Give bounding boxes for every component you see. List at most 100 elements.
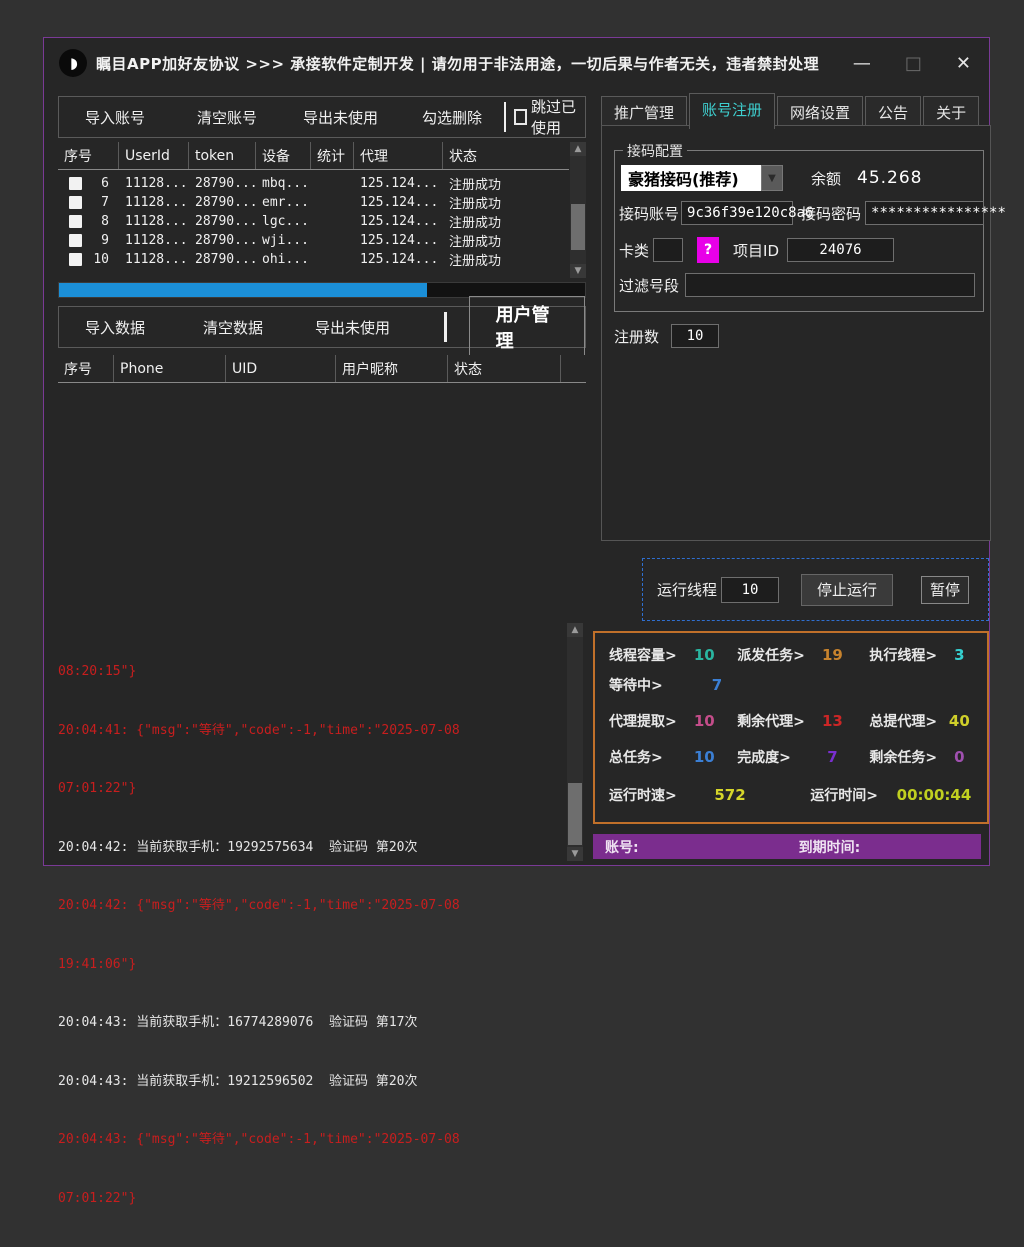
thread-count-input[interactable]: 10 bbox=[721, 577, 779, 603]
stat-value: 19 bbox=[810, 646, 856, 664]
stat-value: 0 bbox=[942, 748, 977, 766]
sms-password-label: 接码密码 bbox=[801, 203, 861, 224]
account-toolbar: 导入账号 清空账号 导出未使用 勾选删除 跳过已使用 bbox=[58, 96, 586, 138]
toolbar-divider bbox=[444, 312, 447, 342]
table-row[interactable]: 9 11128... 28790... wji... 125.124... 注册… bbox=[58, 231, 569, 250]
close-button[interactable]: ✕ bbox=[956, 53, 971, 74]
import-data-button[interactable]: 导入数据 bbox=[71, 307, 159, 347]
export-unused-data-button[interactable]: 导出未使用 bbox=[301, 307, 404, 347]
row-checkbox[interactable] bbox=[69, 215, 82, 228]
col-header[interactable]: UserId bbox=[119, 142, 189, 169]
col-header[interactable]: 序号 bbox=[58, 355, 114, 382]
col-header[interactable]: 状态 bbox=[448, 355, 561, 382]
skip-used-label: 跳过已使用 bbox=[531, 96, 585, 138]
col-header[interactable]: UID bbox=[226, 355, 336, 382]
user-table-header: 序号 Phone UID 用户昵称 状态 bbox=[58, 355, 586, 383]
toolbar-divider bbox=[504, 102, 506, 132]
stat-value: 40 bbox=[942, 712, 977, 730]
data-toolbar: 导入数据 清空数据 导出未使用 用户管理 bbox=[58, 306, 586, 348]
card-type-input[interactable] bbox=[653, 238, 683, 262]
log-output[interactable]: 08:20:15"} 20:04:41: {"msg":"等待","code":… bbox=[58, 623, 563, 861]
license-account-label: 账号: bbox=[605, 837, 639, 857]
user-table: 序号 Phone UID 用户昵称 状态 bbox=[58, 355, 586, 385]
register-count-input[interactable]: 10 bbox=[671, 324, 719, 348]
row-checkbox[interactable] bbox=[69, 234, 82, 247]
log-line: 08:20:15"} bbox=[58, 662, 563, 682]
stat-value: 10 bbox=[681, 646, 727, 664]
scrollbar-thumb[interactable] bbox=[571, 204, 585, 250]
user-management-button[interactable]: 用户管理 bbox=[469, 296, 585, 358]
col-header[interactable]: 代理 bbox=[354, 142, 443, 169]
sms-config-groupbox: 接码配置 豪猪接码(推荐) ▼ 余额 45.268 接码账号 9c36f39e1… bbox=[614, 150, 984, 312]
import-accounts-button[interactable]: 导入账号 bbox=[71, 97, 159, 137]
help-button[interactable]: ? bbox=[697, 237, 719, 263]
sms-password-input[interactable]: **************** bbox=[865, 201, 984, 225]
maximize-button[interactable]: □ bbox=[905, 53, 922, 74]
register-tab-panel: 接码配置 豪猪接码(推荐) ▼ 余额 45.268 接码账号 9c36f39e1… bbox=[601, 125, 991, 541]
account-table-scrollbar[interactable]: ▲ ▼ bbox=[570, 142, 586, 278]
sms-account-input[interactable]: 9c36f39e120c8a6 bbox=[681, 201, 793, 225]
project-id-input[interactable]: 24076 bbox=[787, 238, 894, 262]
stat-label: 派发任务> bbox=[737, 645, 809, 665]
col-header[interactable]: Phone bbox=[114, 355, 226, 382]
tab-account-register[interactable]: 账号注册 bbox=[689, 93, 775, 129]
license-expire-label: 到期时间: bbox=[799, 837, 861, 857]
stat-value: 00:00:44 bbox=[891, 786, 977, 804]
card-type-label: 卡类 bbox=[619, 240, 649, 261]
stat-value: 572 bbox=[690, 786, 771, 804]
title-bar: ◗ 瞩目APP加好友协议 >>> 承接软件定制开发 | 请勿用于非法用途，一切后… bbox=[44, 38, 989, 88]
run-controls: 运行线程 10 停止运行 暂停 bbox=[642, 558, 989, 621]
col-header[interactable]: token bbox=[189, 142, 256, 169]
stop-run-button[interactable]: 停止运行 bbox=[801, 574, 893, 606]
filter-segment-label: 过滤号段 bbox=[619, 275, 679, 296]
pause-button[interactable]: 暂停 bbox=[921, 576, 969, 604]
log-line: 20:04:43: 当前获取手机：19212596502 验证码 第20次 bbox=[58, 1072, 563, 1092]
chevron-down-icon[interactable]: ▼ bbox=[761, 165, 783, 191]
col-header[interactable]: 状态 bbox=[443, 142, 569, 169]
row-checkbox[interactable] bbox=[69, 177, 82, 190]
project-id-label: 项目ID bbox=[733, 240, 779, 261]
row-checkbox[interactable] bbox=[69, 196, 82, 209]
stat-label: 执行线程> bbox=[869, 645, 941, 665]
col-header[interactable]: 统计 bbox=[311, 142, 354, 169]
account-table-header: 序号 UserId token 设备 统计 代理 状态 bbox=[58, 142, 569, 170]
log-line: 20:04:42: 当前获取手机：19292575634 验证码 第20次 bbox=[58, 838, 563, 858]
col-header[interactable]: 用户昵称 bbox=[336, 355, 448, 382]
progress-fill bbox=[59, 283, 427, 297]
balance-value: 45.268 bbox=[857, 168, 922, 188]
table-row[interactable]: 8 11128... 28790... lgc... 125.124... 注册… bbox=[58, 212, 569, 231]
stat-value: 7 bbox=[810, 748, 856, 766]
sms-provider-select[interactable]: 豪猪接码(推荐) bbox=[621, 165, 761, 191]
scroll-up-icon[interactable]: ▲ bbox=[570, 142, 586, 156]
col-header[interactable]: 设备 bbox=[256, 142, 311, 169]
delete-checked-button[interactable]: 勾选删除 bbox=[408, 97, 496, 137]
clear-accounts-button[interactable]: 清空账号 bbox=[183, 97, 271, 137]
stat-label: 完成度> bbox=[737, 747, 809, 767]
col-header[interactable]: 序号 bbox=[58, 142, 119, 169]
scrollbar-thumb[interactable] bbox=[568, 783, 582, 845]
table-row[interactable]: 10 11128... 28790... ohi... 125.124... 注… bbox=[58, 250, 569, 269]
skip-used-checkbox[interactable]: 跳过已使用 bbox=[514, 96, 585, 138]
log-line: 07:01:22"} bbox=[58, 779, 563, 799]
scroll-up-icon[interactable]: ▲ bbox=[567, 623, 583, 637]
account-table: 序号 UserId token 设备 统计 代理 状态 6 11128... 2… bbox=[58, 142, 586, 278]
row-checkbox[interactable] bbox=[69, 253, 82, 266]
filter-segment-input[interactable] bbox=[685, 273, 975, 297]
minimize-button[interactable]: — bbox=[853, 53, 871, 74]
status-cell: 注册成功 bbox=[443, 250, 569, 269]
log-scrollbar[interactable]: ▲ ▼ bbox=[567, 623, 583, 861]
thread-count-label: 运行线程 bbox=[657, 579, 717, 600]
log-line: 20:04:41: {"msg":"等待","code":-1,"time":"… bbox=[58, 721, 563, 741]
table-row[interactable]: 7 11128... 28790... emr... 125.124... 注册… bbox=[58, 193, 569, 212]
scroll-down-icon[interactable]: ▼ bbox=[567, 847, 583, 861]
log-line: 20:04:43: 当前获取手机：16774289076 验证码 第17次 bbox=[58, 1013, 563, 1033]
stat-label: 代理提取> bbox=[609, 711, 681, 731]
clear-data-button[interactable]: 清空数据 bbox=[189, 307, 277, 347]
scroll-down-icon[interactable]: ▼ bbox=[570, 264, 586, 278]
checkbox-box[interactable] bbox=[514, 109, 527, 125]
stat-label: 总提代理> bbox=[869, 711, 941, 731]
export-unused-accounts-button[interactable]: 导出未使用 bbox=[289, 97, 392, 137]
license-bar: 账号: 到期时间: bbox=[593, 834, 981, 859]
table-row[interactable]: 6 11128... 28790... mbq... 125.124... 注册… bbox=[58, 174, 569, 193]
log-line: 19:41:06"} bbox=[58, 955, 563, 975]
